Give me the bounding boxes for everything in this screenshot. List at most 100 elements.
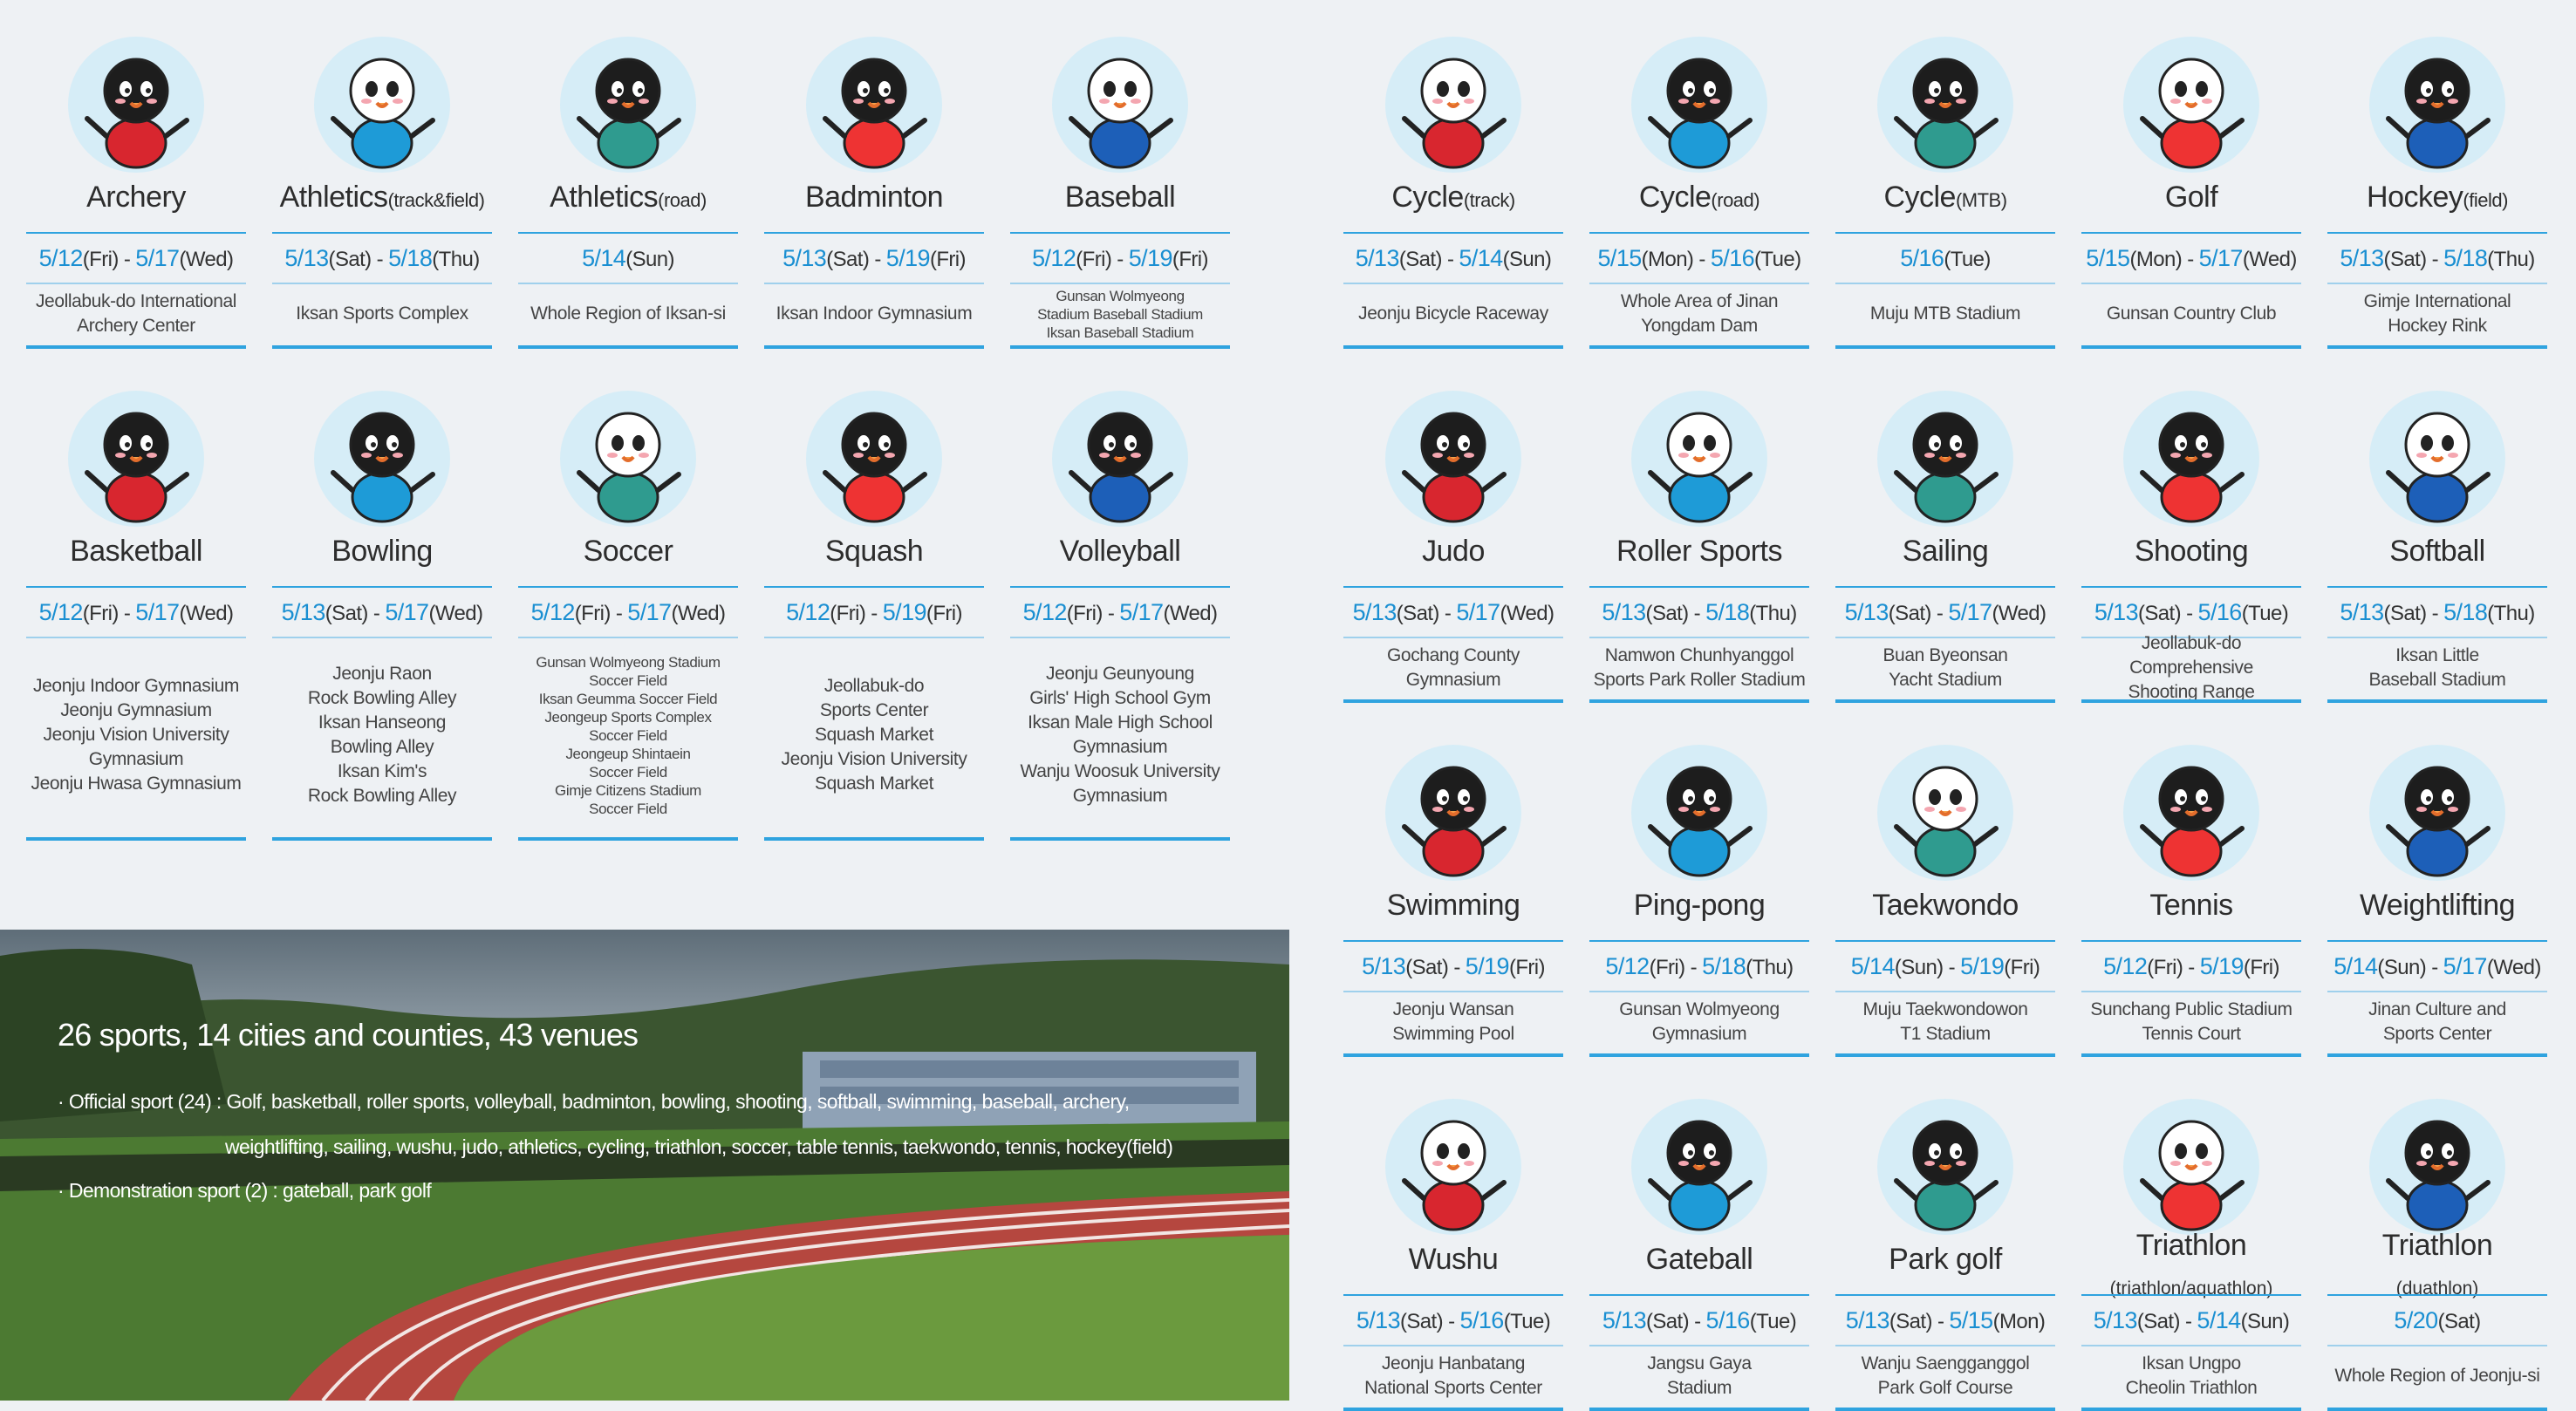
start-day: (Sat): [2437, 1310, 2482, 1333]
end-date: 5/17: [2443, 953, 2488, 979]
basketball-mascot-icon: [68, 391, 204, 527]
end-day: (Fri): [929, 248, 967, 271]
start-day: (Mon): [2129, 248, 2183, 271]
sport-name: Taekwondo: [1872, 889, 2019, 922]
date-range: 5/12(Fri) - 5/19(Fri): [764, 586, 984, 638]
end-date: 5/19: [882, 599, 927, 625]
card-divider: [518, 837, 738, 841]
start-date: 5/13: [782, 245, 827, 271]
end-day: (Tue): [2241, 602, 2289, 625]
track-scene-illustration: [0, 930, 1289, 1401]
sport-card-basketball: Basketball 5/12(Fri) - 5/17(Wed) Jeonju In…: [26, 368, 246, 841]
date-range: 5/12(Fri) - 5/18(Thu): [1589, 940, 1809, 992]
venue-text: Gimje International Hockey Rink: [2363, 291, 2511, 336]
venue-text: Jeonju Bicycle Raceway: [1358, 303, 1548, 324]
end-date: 5/17: [385, 599, 429, 625]
start-date: 5/13: [2093, 1307, 2138, 1333]
sport-name: Bowling: [331, 535, 433, 568]
start-day: (Sat): [2383, 602, 2428, 625]
end-date: 5/14: [2197, 1307, 2241, 1333]
cycle-road-mascot-icon: [1631, 37, 1767, 173]
end-date: 5/16: [1710, 245, 1755, 271]
start-date: 5/14: [1850, 953, 1896, 979]
start-day: (Fri): [574, 602, 612, 625]
end-date: 5/17: [1119, 599, 1164, 625]
badminton-mascot-icon: [806, 37, 942, 173]
archery-mascot-icon: [68, 37, 204, 173]
card-divider: [764, 345, 984, 349]
start-day: (Fri): [830, 602, 866, 625]
golf-mascot-icon: [2123, 37, 2259, 173]
start-date: 5/13: [1352, 599, 1397, 625]
sport-name: Judo: [1422, 535, 1485, 568]
sport-name: Badminton: [804, 181, 944, 214]
date-range: 5/13(Sat) - 5/14(Sun): [1343, 232, 1563, 284]
start-day: (Sat): [325, 602, 369, 625]
sport-name: Basketball: [70, 535, 202, 568]
sport-card-softball: Softball 5/13(Sat) - 5/18(Thu) Iksan Littl…: [2327, 368, 2547, 703]
start-day: (Sat): [2138, 602, 2182, 625]
card-divider: [764, 837, 984, 841]
start-date: 5/13: [2340, 599, 2384, 625]
cycle-mtb-mascot-icon: [1877, 37, 2013, 173]
start-day: (Sat): [328, 248, 372, 271]
venue-text: Gochang County Gymnasium: [1386, 645, 1520, 690]
end-day: (Wed): [2486, 956, 2542, 979]
sport-card-roller-sports: Roller Sports 5/13(Sat) - 5/18(Thu) Namwon…: [1589, 368, 1809, 703]
sport-card-hockey-field: Hockey(field) 5/13(Sat) - 5/18(Thu) Gimje …: [2327, 14, 2547, 349]
start-day: (Sat): [1405, 956, 1449, 979]
start-day: (Fri): [1066, 602, 1104, 625]
start-day: (Sun): [625, 248, 674, 271]
end-date: 5/18: [388, 245, 433, 271]
end-date: 5/15: [1949, 1307, 1993, 1333]
venue-text: Jeonju Wansan Swimming Pool: [1392, 999, 1514, 1044]
start-day: (Sat): [1646, 1310, 1690, 1333]
date-range: 5/13(Sat) - 5/18(Thu): [272, 232, 492, 284]
sport-name: Softball: [2389, 535, 2485, 568]
venue-text: Jeollabuk-do Comprehensive Shooting Rang…: [2128, 633, 2255, 702]
end-date: 5/19: [1128, 245, 1173, 271]
start-day: (Sat): [1396, 602, 1440, 625]
sport-card-archery: Archery 5/12(Fri) - 5/17(Wed) Jeollabuk-do…: [26, 14, 246, 349]
sport-name: Ping-pong: [1633, 889, 1766, 922]
sport-name: Swimming: [1386, 889, 1520, 922]
venue-text: Iksan Ungpo Cheolin Triathlon: [2125, 1353, 2258, 1398]
sport-name: Squash: [824, 535, 924, 568]
card-divider: [1835, 1053, 2055, 1057]
end-day: (Wed): [179, 602, 234, 625]
date-range: 5/13(Sat) - 5/19(Fri): [764, 232, 984, 284]
softball-mascot-icon: [2369, 391, 2505, 527]
sport-name: Cycle(MTB): [1883, 181, 2007, 214]
start-date: 5/13: [1362, 953, 1406, 979]
cycle-track-mascot-icon: [1385, 37, 1521, 173]
sport-name: Cycle(track): [1391, 181, 1515, 214]
date-range: 5/12(Fri) - 5/17(Wed): [1010, 586, 1230, 638]
venue-text: Whole Region of Jeonju-si: [2334, 1366, 2540, 1386]
sport-card-triathlon-triathlonaquathlon: Triathlon (triathlon/aquathlon) 5/13(Sat) …: [2081, 1076, 2301, 1411]
sport-card-golf: Golf 5/15(Mon) - 5/17(Wed) Gunsan Country …: [2081, 14, 2301, 349]
start-day: (Mon): [1641, 248, 1694, 271]
wushu-mascot-icon: [1385, 1099, 1521, 1235]
date-range: 5/13(Sat) - 5/19(Fri): [1343, 940, 1563, 992]
roller-sports-mascot-icon: [1631, 391, 1767, 527]
end-date: 5/18: [1702, 953, 1746, 979]
taekwondo-mascot-icon: [1877, 745, 2013, 881]
end-date: 5/17: [135, 245, 180, 271]
start-day: (Sat): [2383, 248, 2428, 271]
date-range: 5/13(Sat) - 5/17(Wed): [1835, 586, 2055, 638]
end-date: 5/19: [1960, 953, 2005, 979]
date-range: 5/15(Mon) - 5/17(Wed): [2081, 232, 2301, 284]
date-range: 5/15(Mon) - 5/16(Tue): [1589, 232, 1809, 284]
card-divider: [1343, 1053, 1563, 1057]
end-day: (Wed): [1992, 602, 2046, 625]
venue-text: Jeollabuk-do International Archery Cente…: [35, 291, 237, 336]
athletics-track-mascot-icon: [314, 37, 450, 173]
sport-card-shooting: Shooting 5/13(Sat) - 5/16(Tue) Jeollabuk-d…: [2081, 368, 2301, 703]
start-date: 5/13: [1355, 245, 1400, 271]
sport-name: Triathlon: [2135, 1229, 2247, 1262]
sport-name: Tennis: [2149, 889, 2233, 922]
venue-text: Jeonju Geunyoung Girls' High School Gym …: [1020, 664, 1220, 806]
end-day: (Fri): [2004, 956, 2040, 979]
judo-mascot-icon: [1385, 391, 1521, 527]
end-date: 5/17: [627, 599, 672, 625]
